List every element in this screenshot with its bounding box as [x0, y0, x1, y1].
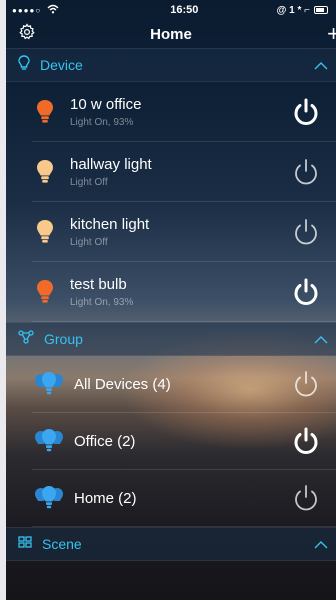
content: ●●●●○ 16:50 @ 1 * ⌐ Home + Device 10 w o…	[6, 0, 336, 600]
device-section-header[interactable]: Device	[6, 48, 336, 82]
bulb-off-icon	[32, 219, 58, 245]
scene-section-label: Scene	[42, 536, 82, 552]
group-bulbs-icon	[32, 371, 66, 397]
bulb-on-icon	[32, 99, 58, 125]
device-status: Light Off	[70, 176, 108, 188]
status-bar: ●●●●○ 16:50 @ 1 * ⌐	[6, 0, 336, 20]
app-screen: ●●●●○ 16:50 @ 1 * ⌐ Home + Device 10 w o…	[0, 0, 336, 600]
settings-gear-icon[interactable]	[18, 22, 36, 46]
group-row[interactable]: Home (2)	[32, 470, 336, 527]
device-name: 10 w office	[70, 95, 142, 113]
group-section-header[interactable]: Group	[6, 322, 336, 356]
device-name: hallway light	[70, 155, 152, 173]
device-status: Light On, 93%	[70, 116, 134, 128]
power-toggle-icon[interactable]	[286, 212, 326, 252]
scene-section-header[interactable]: Scene	[6, 527, 336, 561]
power-toggle-icon[interactable]	[286, 152, 326, 192]
device-row[interactable]: hallway light Light Off	[32, 142, 336, 202]
group-row[interactable]: All Devices (4)	[32, 356, 336, 413]
group-row[interactable]: Office (2)	[32, 413, 336, 470]
power-toggle-icon[interactable]	[286, 478, 326, 518]
page-title: Home	[150, 25, 192, 43]
group-bulbs-icon	[32, 428, 66, 454]
power-toggle-icon[interactable]	[286, 364, 326, 404]
group-bulbs-icon	[32, 485, 66, 511]
device-status: Light On, 93%	[70, 296, 134, 308]
lightbulb-outline-icon	[18, 54, 30, 76]
status-time: 16:50	[170, 4, 199, 16]
group-name: All Devices (4)	[74, 375, 171, 393]
power-toggle-icon[interactable]	[286, 421, 326, 461]
device-name: test bulb	[70, 275, 127, 293]
wifi-icon	[47, 4, 59, 17]
nav-bar: Home +	[6, 20, 336, 48]
device-name: kitchen light	[70, 215, 150, 233]
power-toggle-icon[interactable]	[286, 272, 326, 312]
status-indicators: @ 1 * ⌐	[276, 4, 310, 16]
group-nodes-icon	[18, 329, 34, 349]
group-name: Home (2)	[74, 489, 137, 507]
device-row[interactable]: 10 w office Light On, 93%	[32, 82, 336, 142]
bulb-on-icon	[32, 279, 58, 305]
chevron-up-icon[interactable]	[314, 57, 328, 73]
group-section-label: Group	[44, 331, 83, 347]
scene-grid-icon	[18, 535, 32, 553]
battery-icon	[314, 6, 328, 14]
bulb-off-icon	[32, 159, 58, 185]
signal-strength: ●●●●○	[12, 5, 42, 15]
device-status: Light Off	[70, 236, 108, 248]
device-section-label: Device	[40, 57, 83, 73]
add-button[interactable]: +	[327, 23, 336, 45]
status-icons: @ 1 * ⌐	[277, 5, 328, 16]
power-toggle-icon[interactable]	[286, 92, 326, 132]
chevron-up-icon[interactable]	[314, 536, 328, 552]
chevron-up-icon[interactable]	[314, 331, 328, 347]
device-row[interactable]: test bulb Light On, 93%	[32, 262, 336, 322]
group-name: Office (2)	[74, 432, 136, 450]
device-row[interactable]: kitchen light Light Off	[32, 202, 336, 262]
